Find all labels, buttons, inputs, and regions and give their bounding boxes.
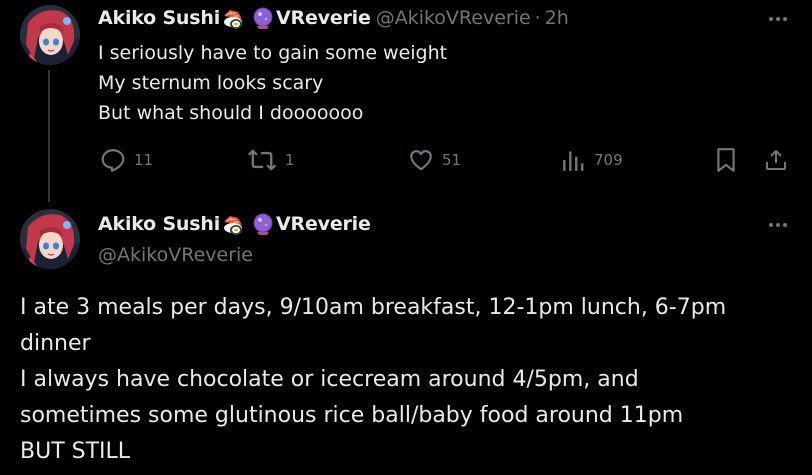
- reply-count: 11: [134, 151, 154, 169]
- separator: ·: [534, 7, 541, 29]
- analytics-icon: [563, 151, 584, 171]
- tweet-line: BUT STILL: [20, 439, 131, 464]
- like-button[interactable]: 51: [408, 145, 461, 175]
- crystal-ball-emoji-icon: [251, 6, 275, 30]
- repost-count: 1: [285, 151, 295, 169]
- avatar[interactable]: [20, 209, 80, 269]
- view-count: 709: [594, 151, 623, 169]
- tweet-line: dinner: [20, 331, 91, 356]
- tweet-actions: 11 1 51 709: [0, 145, 812, 175]
- tweet-line: My sternum looks scary: [98, 72, 324, 94]
- sushi-emoji-icon: [221, 212, 245, 236]
- tweet-line: sometimes some glutinous rice ball/baby …: [20, 403, 684, 428]
- sushi-emoji-icon: [221, 6, 245, 30]
- thread-view: Akiko Sushi VReverie @AkikoVReverie · 2h…: [0, 0, 812, 475]
- tweet-text: I ate 3 meals per days, 9/10am breakfast…: [20, 290, 800, 470]
- bookmark-button[interactable]: [715, 145, 737, 175]
- display-name[interactable]: Akiko Sushi: [98, 212, 220, 236]
- display-name-suffix[interactable]: VReverie: [276, 212, 371, 236]
- handle[interactable]: @AkikoVReverie: [376, 6, 531, 30]
- share-button[interactable]: [764, 145, 788, 175]
- share-icon: [766, 150, 786, 170]
- repost-icon: [247, 149, 277, 171]
- anime-avatar-icon: [20, 209, 80, 269]
- views-button[interactable]: 709: [562, 145, 623, 175]
- anime-avatar-icon: [20, 5, 80, 65]
- heart-icon: [410, 150, 432, 171]
- handle[interactable]: @AkikoVReverie: [98, 244, 253, 266]
- display-name-suffix[interactable]: VReverie: [276, 6, 371, 30]
- tweet-line: I always have chocolate or icecream arou…: [20, 367, 639, 392]
- crystal-ball-emoji-icon: [251, 212, 275, 236]
- repost-button[interactable]: 1: [247, 145, 295, 175]
- author-row: Akiko Sushi: [98, 6, 569, 30]
- author-row: Akiko Sushi: [98, 212, 371, 236]
- reply-icon: [101, 149, 125, 172]
- like-count: 51: [442, 151, 462, 169]
- display-name[interactable]: Akiko Sushi: [98, 6, 220, 30]
- more-options-icon[interactable]: [766, 216, 790, 234]
- reply-button[interactable]: 11: [100, 145, 153, 175]
- tweet-line: I seriously have to gain some weight: [98, 42, 448, 64]
- more-options-icon[interactable]: [766, 10, 790, 28]
- timestamp[interactable]: 2h: [545, 6, 569, 30]
- tweet-line: But what should I dooooooo: [98, 102, 364, 124]
- thread-connector: [48, 70, 50, 202]
- bookmark-icon: [717, 148, 735, 172]
- avatar[interactable]: [20, 5, 80, 65]
- tweet-text: I seriously have to gain some weight My …: [98, 38, 447, 128]
- tweet-line: I ate 3 meals per days, 9/10am breakfast…: [20, 295, 727, 320]
